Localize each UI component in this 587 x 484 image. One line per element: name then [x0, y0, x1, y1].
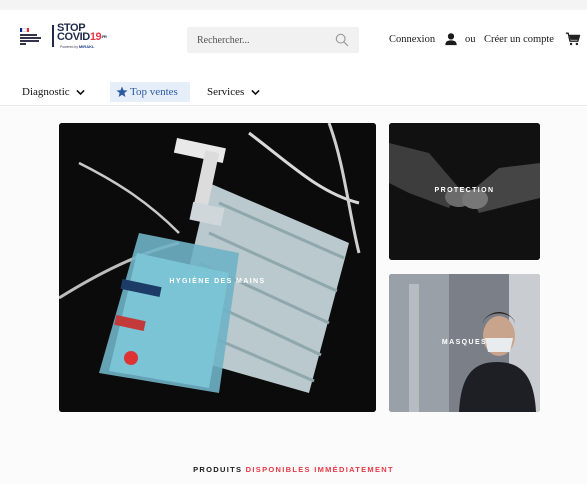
nav-item-diagnostic[interactable]: Diagnostic: [22, 82, 86, 102]
top-strip: [0, 0, 587, 10]
search-bar: [187, 27, 359, 53]
logo-divider: [52, 25, 54, 47]
nav-item-label: Services: [207, 86, 245, 98]
section-title: PRODUITS DISPONIBLES IMMÉDIATEMENT: [193, 465, 394, 474]
nav-item-services[interactable]: Services: [207, 82, 260, 102]
category-label: MASQUES: [441, 339, 488, 346]
site-logo[interactable]: STOP COVID19.FR Powered by MIRAKL: [20, 23, 112, 50]
nav-item-top-ventes[interactable]: Top ventes: [110, 82, 190, 102]
chevron-down-icon: [76, 89, 86, 96]
main-content: HYGIÈNE DES MAINS PROTECTION MASQUES PRO…: [0, 107, 587, 484]
search-icon[interactable]: [335, 33, 349, 47]
category-tile-masques[interactable]: MASQUES: [389, 274, 540, 412]
government-emblem: [20, 24, 50, 50]
site-header: STOP COVID19.FR Powered by MIRAKL Connex…: [0, 10, 587, 68]
account-or-text: ou: [465, 34, 476, 45]
user-icon[interactable]: [444, 32, 458, 46]
category-tile-protection[interactable]: PROTECTION: [389, 123, 540, 260]
star-icon: [116, 86, 128, 97]
category-tile-hygiene[interactable]: HYGIÈNE DES MAINS: [59, 123, 376, 412]
main-navigation: Diagnostic Top ventes Services: [0, 78, 587, 106]
search-input[interactable]: [187, 27, 327, 53]
logo-brand-covid: COVID19.FR: [57, 31, 107, 43]
hygiene-photo: [59, 123, 376, 412]
nav-item-label: Diagnostic: [22, 86, 70, 98]
login-link[interactable]: Connexion: [389, 32, 435, 48]
nav-item-label: Top ventes: [130, 86, 178, 98]
signup-link[interactable]: Créer un compte: [484, 32, 554, 48]
category-label: HYGIÈNE DES MAINS: [169, 278, 266, 285]
chevron-down-icon: [251, 89, 260, 96]
logo-powered-by: Powered by MIRAKL: [60, 44, 95, 49]
cart-icon[interactable]: [565, 31, 581, 47]
category-label: PROTECTION: [434, 187, 495, 194]
french-flag-icon: [20, 28, 29, 32]
